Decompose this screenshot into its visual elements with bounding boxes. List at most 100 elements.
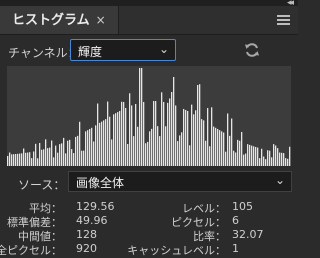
histogram-bar [61,143,63,166]
histogram-bar [55,145,57,166]
histogram-bar [47,148,49,166]
histogram-bar [259,158,261,166]
histogram-bar [143,101,145,166]
histogram-bar [201,119,203,166]
histogram-bar [145,143,147,166]
histogram-bar [53,157,55,166]
histogram-bar [247,144,249,166]
histogram-bar [219,130,221,166]
histogram-bar [73,153,75,166]
cache-label: キャッシュレベル： [127,244,226,257]
histogram-bar [147,141,149,166]
histogram-bar [31,158,33,166]
histogram-bar [99,122,101,166]
histogram-bar [19,153,21,166]
histogram-bar [161,92,163,166]
histogram-bar [17,153,19,166]
histogram-bar [149,131,151,166]
histogram-bar [227,113,229,166]
histogram-bar [271,157,273,166]
histogram-bar [81,150,83,166]
histogram-bar [75,136,77,166]
histogram-bar [133,136,135,166]
pixels-value: 920 [76,242,97,255]
histogram-bar [93,141,95,166]
histogram-bar [231,118,233,166]
histogram-svg [7,68,291,166]
histogram-bar [125,107,127,166]
median-value: 128 [76,228,97,241]
histogram-bar [169,98,171,166]
source-select[interactable]: 画像全体 ⌄ [68,171,292,192]
histogram-bar [49,147,51,166]
histogram-bar [261,148,263,166]
histogram-bar [71,149,73,166]
histogram-bar [63,137,65,166]
histogram-bar [283,153,285,166]
histogram-bar [141,68,143,166]
channel-select[interactable]: 輝度 ⌄ [70,39,176,61]
histogram-bar [187,111,189,166]
histogram-bar [105,119,107,166]
source-select-value: 画像全体 [76,176,125,190]
histogram-bar [65,153,67,166]
histogram-bar [91,127,93,166]
histogram-bar [121,101,123,166]
histogram-graph[interactable] [7,66,291,166]
histogram-bar [249,144,251,166]
histogram-bar [235,152,237,166]
histogram-bar [265,159,267,166]
histogram-bar [117,112,119,166]
histogram-bar [101,121,103,166]
histogram-bar [269,150,271,166]
histogram-bar [199,84,201,166]
histogram-bar [111,139,113,166]
histogram-bar [107,101,109,166]
histogram-bar [267,150,269,166]
histogram-bar [97,103,99,166]
histogram-bar [13,154,15,166]
histogram-bar [239,140,241,166]
panel-menu-icon[interactable] [277,15,290,25]
histogram-bar [167,102,169,166]
stddev-value: 49.96 [76,214,108,227]
histogram-bar [221,131,223,166]
histogram-bar [153,101,155,166]
histogram-bar [277,148,279,166]
histogram-bar [175,105,177,166]
histogram-bar [83,150,85,166]
histogram-bar [135,104,137,166]
level-value: 105 [232,200,253,213]
histogram-bar [87,130,89,166]
histogram-bar [241,132,243,166]
histogram-bar [179,135,181,166]
histogram-bar [253,146,255,166]
histogram-bar [155,101,157,166]
histogram-bar [209,146,211,166]
histogram-bar [115,113,117,166]
histogram-bar [159,136,161,166]
histogram-bar [69,139,71,166]
refresh-icon[interactable] [244,42,260,58]
histogram-bar [157,126,159,166]
tab-close-icon[interactable]: × [96,13,106,27]
histogram-bar [243,154,245,166]
histogram-bar [15,153,17,166]
histogram-bar [109,116,111,166]
histogram-bar [35,143,37,166]
tab-histogram[interactable]: ヒストグラム × [0,6,119,34]
histogram-bar [195,110,197,166]
histogram-bar [85,131,87,166]
histogram-bar [189,145,191,166]
histogram-bar [39,142,41,166]
cache-value: 1 [232,242,239,255]
histogram-bar [257,147,259,166]
histogram-bar [27,152,29,166]
histogram-bar [229,135,231,166]
histogram-bar [131,105,133,166]
pixels-label: 全ピクセル： [0,244,62,257]
percentile-value: 32.07 [232,228,264,241]
histogram-bar [37,158,39,166]
panel-tab-bar: ヒストグラム × [0,6,298,35]
histogram-bar [217,128,219,166]
